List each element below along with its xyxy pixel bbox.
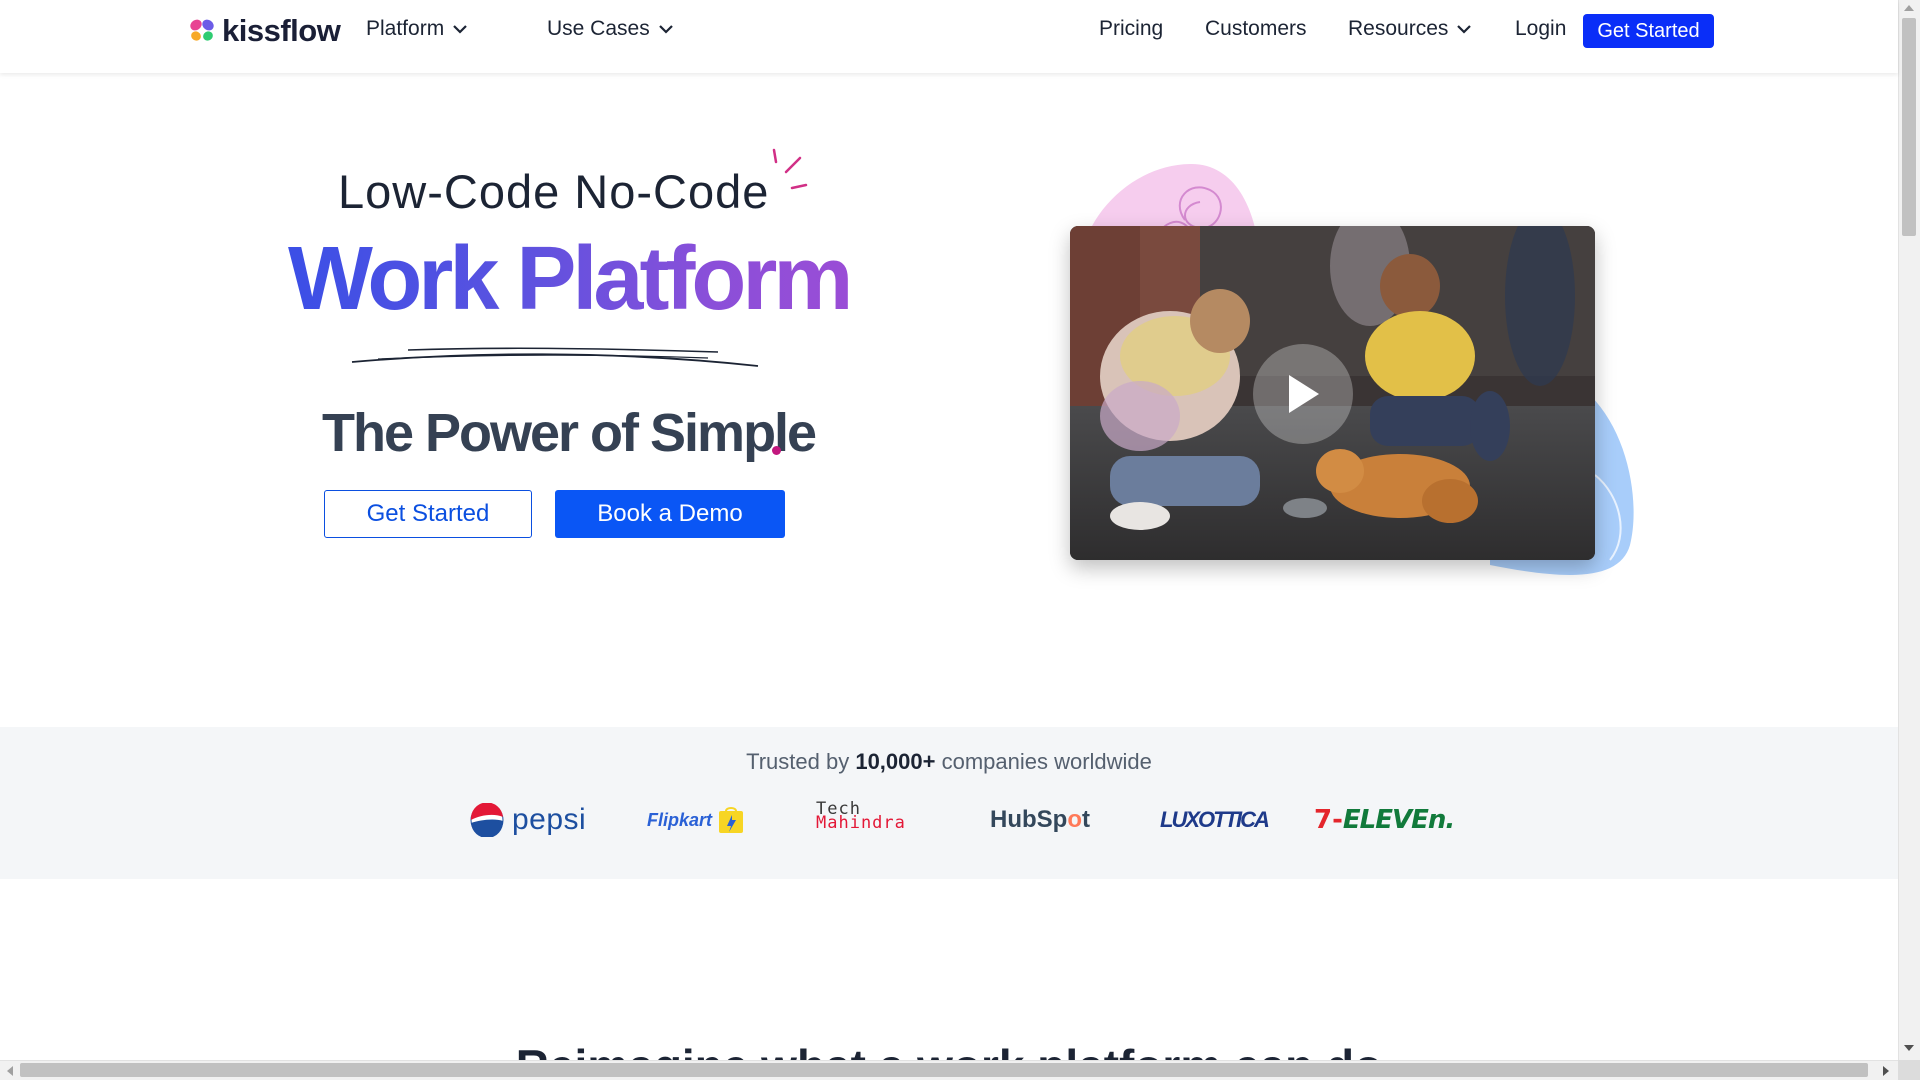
nav-use-cases-menu[interactable]: Use Cases <box>547 17 674 41</box>
tech-mahindra-logo: Tech Mahindra <box>816 801 906 850</box>
vertical-scrollbar-thumb[interactable] <box>1902 18 1916 236</box>
hubspot-sprocket: o <box>1067 806 1082 833</box>
kissflow-logo[interactable]: kissflow <box>188 13 341 48</box>
horizontal-scrollbar-thumb[interactable] <box>20 1063 1868 1077</box>
techm-line2: Mahindra <box>816 813 906 833</box>
logo-wordmark: kissflow <box>222 13 341 48</box>
nav-customers-label: Customers <box>1205 17 1307 40</box>
seven-eleven-wordmark: ELEVEn. <box>1342 805 1455 835</box>
trusted-by-text: Trusted by 10,000+ companies worldwide <box>0 749 1898 775</box>
pepsi-logo: pepsi <box>470 796 586 844</box>
trust-count: 10,000+ <box>855 749 936 774</box>
pepsi-globe-icon <box>470 803 504 837</box>
subtitle-dot-decoration <box>772 446 781 455</box>
hubspot-part-c: t <box>1082 806 1090 833</box>
chevron-down-icon <box>1457 25 1472 34</box>
sparkle-decoration-icon <box>772 148 808 190</box>
nav-pricing-label: Pricing <box>1099 17 1164 40</box>
play-icon <box>1289 375 1319 413</box>
scrollbar-corner <box>1898 1060 1920 1080</box>
flipkart-bag-icon <box>719 807 744 833</box>
video-play-button[interactable] <box>1253 344 1353 444</box>
scroll-right-arrow-icon[interactable] <box>1882 1066 1890 1076</box>
section-heading-partial: Reimagine what a work platform can do <box>0 1036 1898 1060</box>
hero-title: Work Platform <box>288 229 853 329</box>
flipkart-wordmark: Flipkart <box>647 809 713 830</box>
luxottica-logo: LUXOTTICA <box>1160 796 1270 844</box>
hubspot-logo: HubSpot <box>990 796 1090 844</box>
nav-resources-menu[interactable]: Resources <box>1348 17 1472 41</box>
nav-platform-label: Platform <box>366 17 445 40</box>
nav-platform-menu[interactable]: Platform <box>366 17 468 41</box>
top-navigation: kissflow Platform Use Cases Pricing Cust… <box>0 0 1898 73</box>
hero-kicker: Low-Code No-Code <box>338 165 770 218</box>
nav-get-started-button[interactable]: Get Started <box>1583 14 1714 48</box>
flipkart-logo: Flipkart <box>647 796 744 844</box>
chevron-down-icon <box>453 25 467 34</box>
trust-prefix: Trusted by <box>746 749 856 774</box>
nav-login-link[interactable]: Login <box>1515 17 1566 41</box>
scroll-up-arrow-icon[interactable] <box>1904 4 1914 12</box>
nav-login-label: Login <box>1515 17 1567 40</box>
trust-suffix: companies worldwide <box>935 749 1152 774</box>
butterfly-logo-icon <box>190 19 214 41</box>
hubspot-wordmark: HubSpot <box>990 806 1090 834</box>
nav-customers-link[interactable]: Customers <box>1205 17 1307 41</box>
pepsi-wordmark: pepsi <box>512 803 587 836</box>
scroll-left-arrow-icon[interactable] <box>6 1066 14 1076</box>
nav-use-cases-label: Use Cases <box>547 17 650 40</box>
scroll-down-arrow-icon[interactable] <box>1904 1044 1914 1052</box>
hubspot-part-a: HubSp <box>990 806 1068 833</box>
chevron-down-icon <box>658 25 673 34</box>
book-demo-button[interactable]: Book a Demo <box>555 490 785 538</box>
scribble-underline-decoration <box>351 347 759 367</box>
luxottica-wordmark: LUXOTTICA <box>1160 807 1270 832</box>
seven-eleven-logo: 7- ELEVEn. <box>1314 796 1455 844</box>
nav-pricing-link[interactable]: Pricing <box>1099 17 1163 41</box>
nav-resources-label: Resources <box>1348 17 1449 40</box>
seven-eleven-number: 7- <box>1314 805 1343 835</box>
hero-subtitle: The Power of Simple <box>322 403 817 463</box>
hero-get-started-button[interactable]: Get Started <box>324 490 532 538</box>
